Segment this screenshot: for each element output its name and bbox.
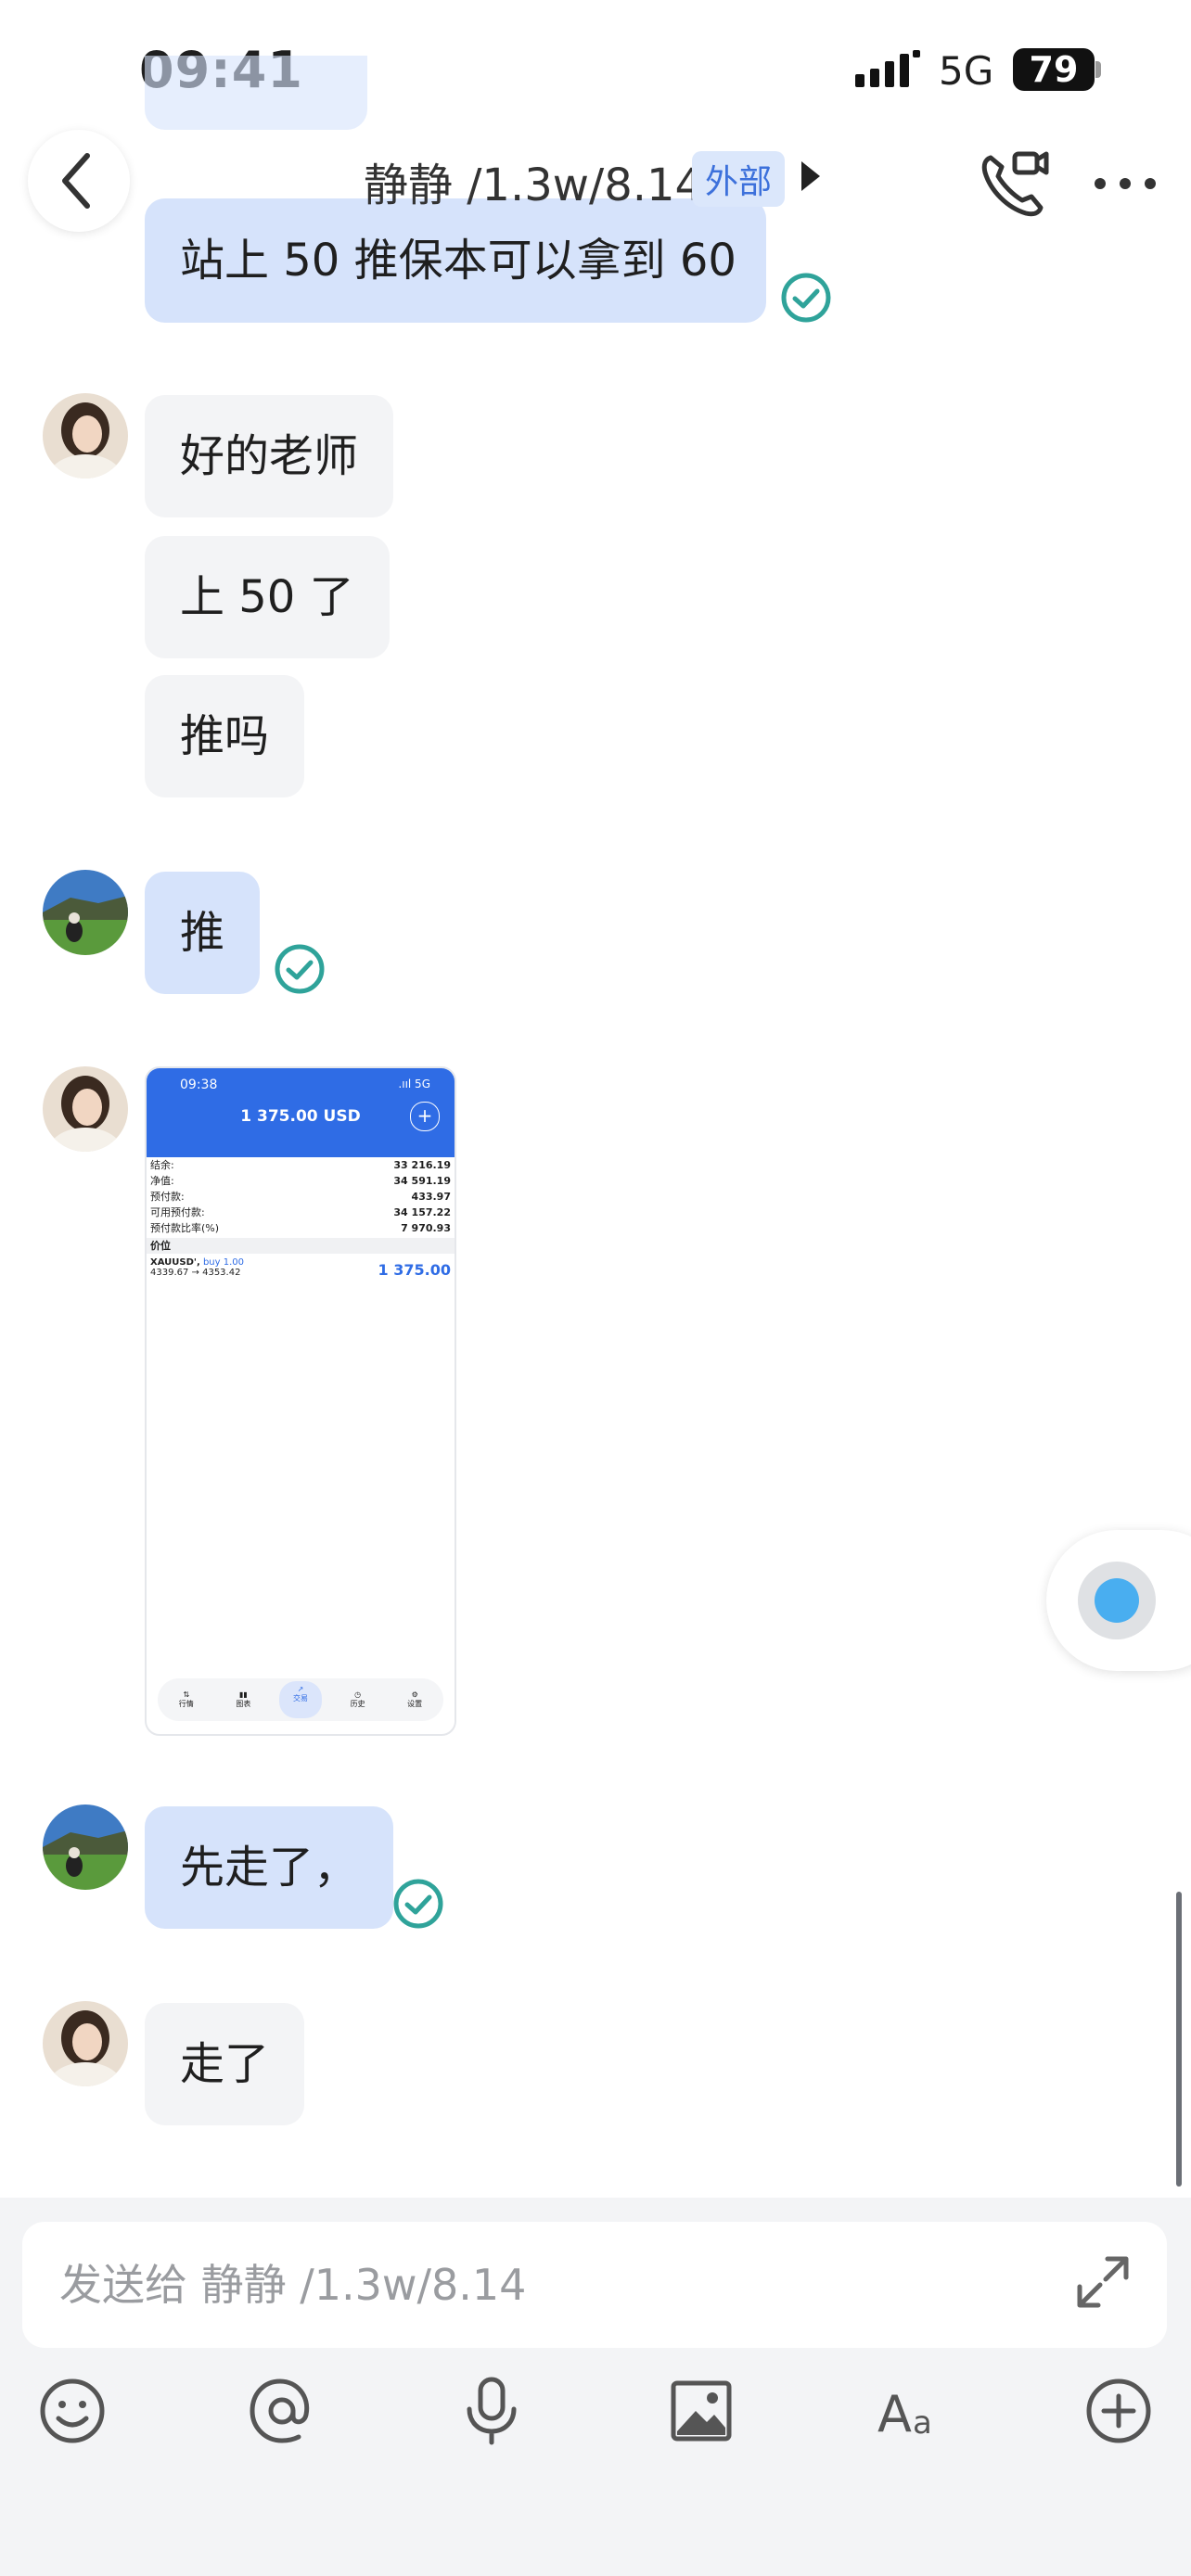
screenshot-tabbar: ⇅ 行情 ▮▮ 图表 ↗ 交易 ◷ 历史 ⚙ 设置 [158, 1678, 443, 1721]
text-format-icon[interactable]: A a [874, 2374, 948, 2448]
avatar-contact[interactable] [43, 393, 128, 478]
message-text: 推吗 [180, 710, 270, 762]
screenshot-amount: 1 375.00 USD [240, 1107, 361, 1126]
message-text: 上 50 了 [180, 571, 354, 623]
screenshot-row: 预付款: 433.97 [150, 1191, 451, 1203]
avatar-self[interactable] [43, 1804, 128, 1890]
screenshot-position: XAUUSD', buy 1.00 4339.67 → 4353.42 1 37… [150, 1257, 451, 1279]
floating-dot-icon [1078, 1562, 1156, 1639]
tab-history: ◷ 历史 [350, 1690, 365, 1708]
back-button[interactable] [28, 130, 130, 232]
add-icon[interactable] [1082, 2374, 1156, 2448]
image-icon[interactable] [664, 2374, 738, 2448]
chat-title[interactable]: 静静 /1.3w/8.14 [364, 148, 703, 213]
microphone-icon[interactable] [455, 2374, 529, 2448]
svg-text:a: a [913, 2404, 932, 2442]
tab-settings: ⚙ 设置 [407, 1690, 423, 1708]
battery-indicator: 79 [1013, 48, 1095, 91]
tab-chart: ▮▮ 图表 [236, 1690, 251, 1708]
message-bubble-outgoing[interactable]: 站上 50 推保本可以拿到 60 [145, 198, 766, 323]
avatar-self[interactable] [43, 870, 128, 955]
message-input[interactable] [22, 2222, 1167, 2348]
message-text: 站上 50 推保本可以拿到 60 [180, 235, 736, 287]
screenshot-time: 09:38 [180, 1078, 218, 1092]
message-bubble-outgoing[interactable]: 推 [145, 872, 261, 994]
message-bubble-incoming[interactable]: 好的老师 [145, 395, 394, 517]
mention-icon[interactable] [245, 2374, 319, 2448]
avatar-contact[interactable] [43, 2001, 128, 2086]
screenshot-row: 结余: 33 216.19 [150, 1159, 451, 1171]
external-tag: 外部 [692, 151, 786, 207]
chevron-left-icon [62, 153, 90, 209]
signal-icon [855, 50, 920, 87]
message-bubble-incoming[interactable]: 推吗 [145, 675, 305, 797]
video-call-icon[interactable] [976, 148, 1050, 223]
scrollbar[interactable] [1176, 1892, 1182, 2187]
message-bubble-incoming[interactable]: 走了 [145, 2003, 305, 2125]
tab-quotes: ⇅ 行情 [178, 1690, 194, 1708]
message-text: 先走了， [180, 1842, 359, 1894]
read-check-icon [393, 1879, 443, 1929]
battery-tip [1095, 61, 1101, 78]
message-text: 推 [180, 907, 225, 959]
emoji-icon[interactable] [35, 2374, 109, 2448]
screenshot-row: 预付款比率(%) 7 970.93 [150, 1222, 451, 1234]
message-text: 走了 [180, 2038, 270, 2090]
read-check-icon [781, 273, 831, 323]
screenshot-signal: .ııl 5G [398, 1078, 430, 1090]
message-bubble-incoming[interactable]: 上 50 了 [145, 536, 390, 658]
screenshot-row: 可用预付款: 34 157.22 [150, 1206, 451, 1218]
triangle-right-icon[interactable] [800, 158, 822, 195]
read-check-icon [275, 944, 325, 994]
floating-assistant-button[interactable] [1046, 1530, 1191, 1671]
partial-bubble-top [145, 56, 367, 130]
more-icon[interactable] [1093, 174, 1158, 193]
expand-icon[interactable] [1070, 2250, 1135, 2315]
svg-text:A: A [877, 2385, 912, 2443]
message-bubble-outgoing[interactable]: 先走了， [145, 1806, 394, 1929]
network-type: 5G [939, 48, 994, 94]
screenshot-row: 净值: 34 591.19 [150, 1175, 451, 1187]
image-message[interactable]: 09:38 .ııl 5G 1 375.00 USD + 结余: 33 216.1… [145, 1066, 456, 1736]
screenshot-header: 09:38 .ııl 5G 1 375.00 USD + [147, 1068, 455, 1157]
tab-trade: ↗ 交易 [278, 1681, 322, 1718]
message-text: 好的老师 [180, 430, 359, 482]
avatar-contact[interactable] [43, 1066, 128, 1152]
screenshot-section: 价位 [147, 1238, 455, 1254]
plus-icon: + [410, 1102, 440, 1131]
